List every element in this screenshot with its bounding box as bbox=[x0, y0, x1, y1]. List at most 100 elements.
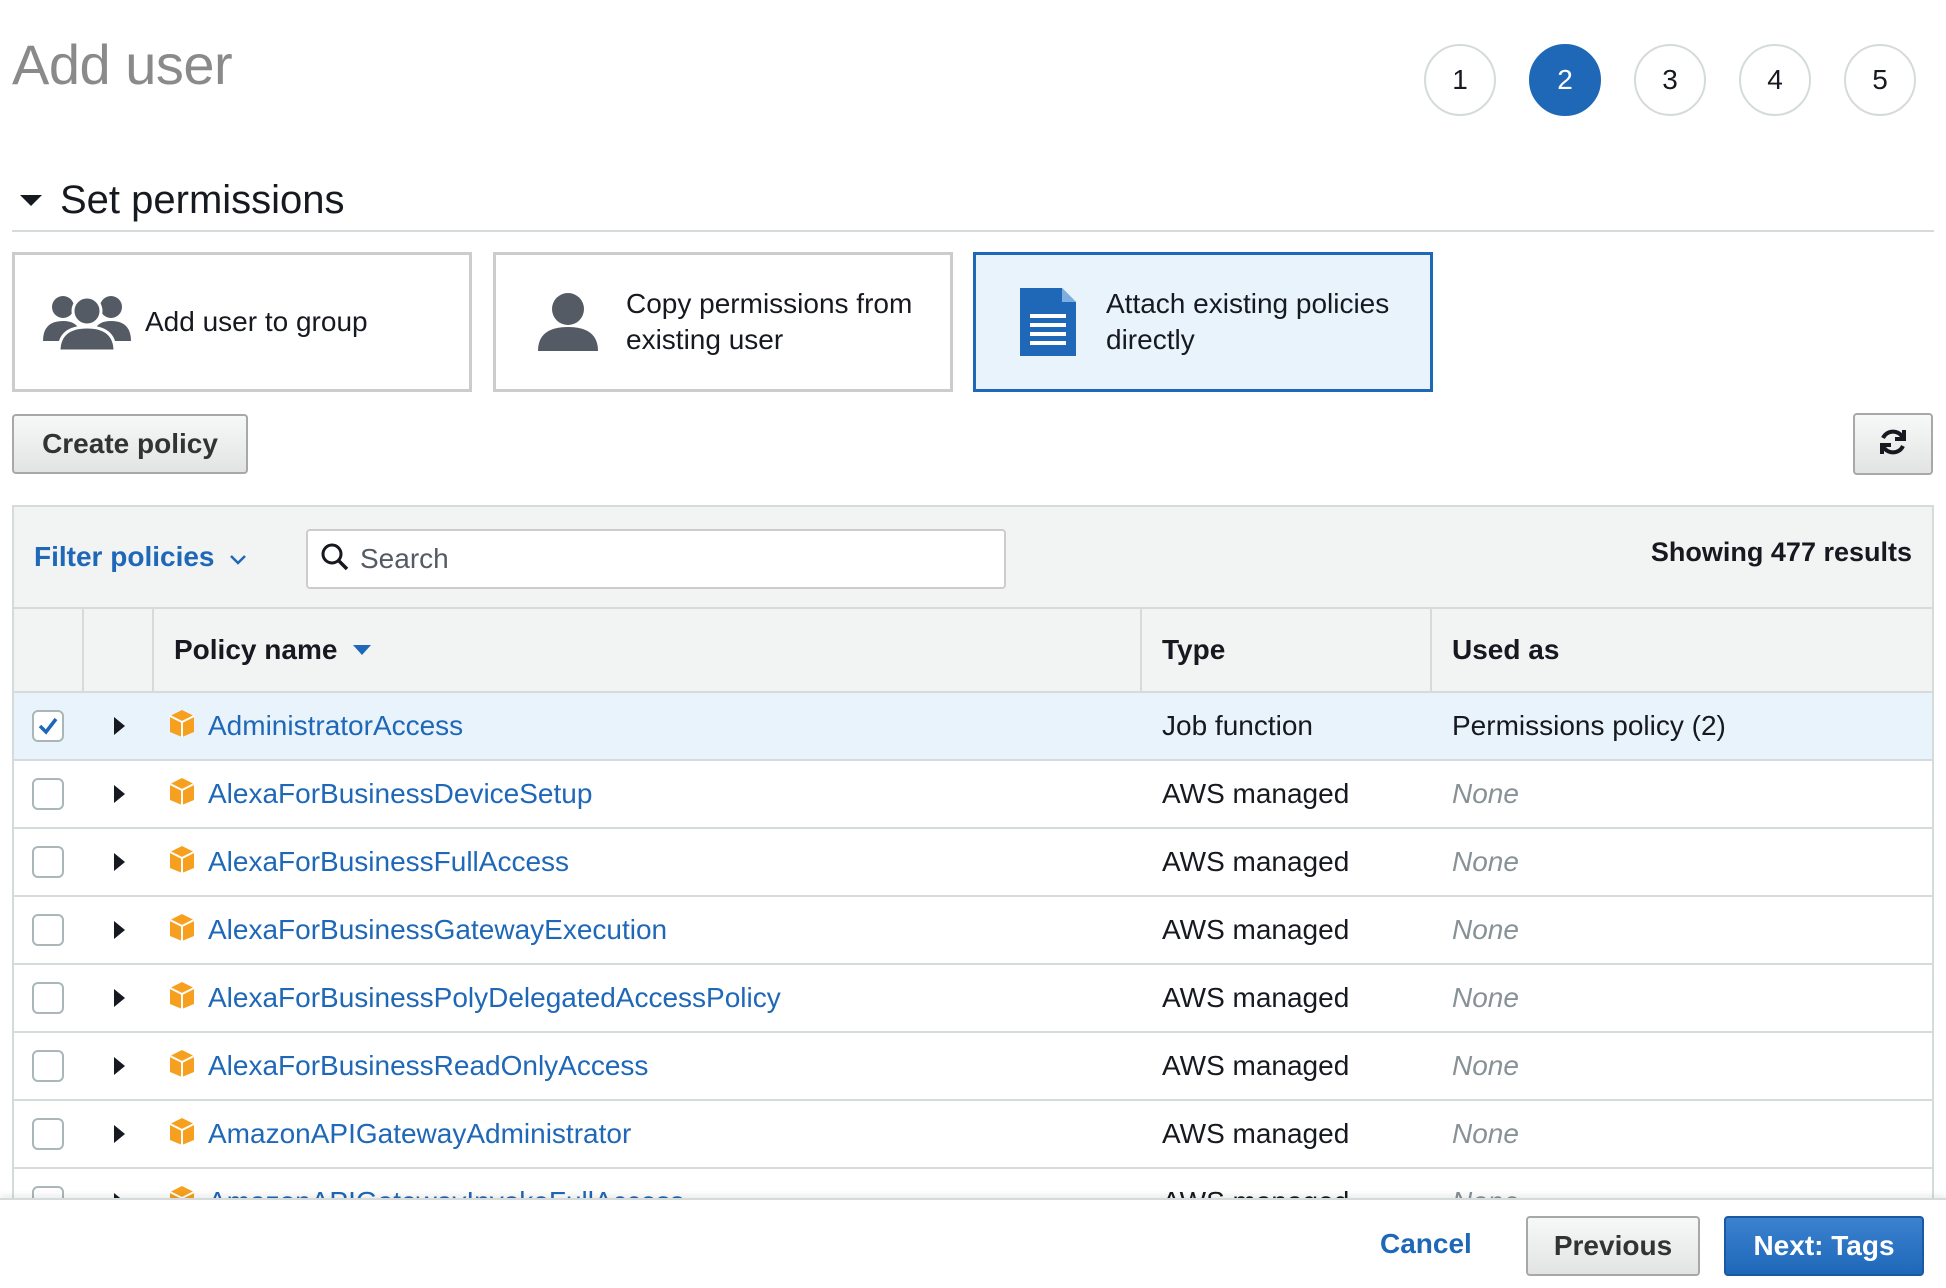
chevron-down-icon bbox=[229, 541, 247, 573]
step-4[interactable]: 4 bbox=[1739, 44, 1811, 116]
policy-name-header-label: Policy name bbox=[174, 634, 338, 665]
policy-name-cell: AlexaForBusinessFullAccess bbox=[154, 844, 1142, 881]
row-checkbox[interactable] bbox=[32, 982, 64, 1014]
expand-icon[interactable] bbox=[113, 1125, 125, 1143]
policy-name-link[interactable]: AlexaForBusinessGatewayExecution bbox=[208, 914, 667, 946]
policy-cube-icon bbox=[168, 980, 196, 1017]
row-checkbox[interactable] bbox=[32, 1118, 64, 1150]
expand-icon[interactable] bbox=[113, 921, 125, 939]
row-expand-cell bbox=[84, 1057, 154, 1075]
policy-cube-icon bbox=[168, 912, 196, 949]
header-expand-cell bbox=[84, 609, 154, 691]
row-checkbox[interactable] bbox=[32, 778, 64, 810]
row-expand-cell bbox=[84, 921, 154, 939]
search-box[interactable] bbox=[306, 529, 1006, 589]
policy-name-cell: AmazonAPIGatewayAdministrator bbox=[154, 1116, 1142, 1153]
page-title: Add user bbox=[12, 33, 233, 96]
copy-label-line2: existing user bbox=[626, 324, 784, 355]
refresh-button[interactable] bbox=[1853, 413, 1933, 475]
policy-used-as-cell: None bbox=[1452, 982, 1519, 1013]
column-header-policy-name[interactable]: Policy name bbox=[154, 609, 1142, 691]
table-row[interactable]: AlexaForBusinessPolyDelegatedAccessPolic… bbox=[14, 965, 1932, 1033]
attach-label-line2: directly bbox=[1106, 324, 1195, 355]
option-attach-existing-policies[interactable]: Attach existing policies directly bbox=[973, 252, 1433, 392]
step-3[interactable]: 3 bbox=[1634, 44, 1706, 116]
set-permissions-header[interactable]: Set permissions bbox=[12, 170, 1934, 232]
option-copy-permissions[interactable]: Copy permissions from existing user bbox=[493, 252, 953, 392]
row-expand-cell bbox=[84, 717, 154, 735]
row-checkbox[interactable] bbox=[32, 710, 64, 742]
policy-type-cell: AWS managed bbox=[1162, 1118, 1350, 1149]
option-copy-permissions-label: Copy permissions from existing user bbox=[626, 286, 912, 358]
section-title: Set permissions bbox=[60, 177, 345, 222]
row-checkbox[interactable] bbox=[32, 914, 64, 946]
policy-name-link[interactable]: AlexaForBusinessFullAccess bbox=[208, 846, 569, 878]
filter-policies-label: Filter policies bbox=[34, 541, 215, 572]
option-add-user-to-group[interactable]: Add user to group bbox=[12, 252, 472, 392]
policy-cube-icon bbox=[168, 844, 196, 881]
table-row[interactable]: AdministratorAccess Job function Permissio… bbox=[14, 693, 1932, 761]
policy-type-cell: Job function bbox=[1162, 710, 1313, 741]
results-count: Showing 477 results bbox=[1650, 537, 1912, 567]
table-row[interactable]: AlexaForBusinessFullAccess AWS managed Non… bbox=[14, 829, 1932, 897]
policy-name-link[interactable]: AlexaForBusinessReadOnlyAccess bbox=[208, 1050, 648, 1082]
row-checkbox[interactable] bbox=[32, 846, 64, 878]
table-row[interactable]: AmazonAPIGatewayAdministrator AWS managed… bbox=[14, 1101, 1932, 1169]
policy-name-link[interactable]: AlexaForBusinessPolyDelegatedAccessPolic… bbox=[208, 982, 781, 1014]
expand-icon[interactable] bbox=[113, 785, 125, 803]
row-expand-cell bbox=[84, 853, 154, 871]
step-2[interactable]: 2 bbox=[1529, 44, 1601, 116]
policy-used-as-cell: None bbox=[1452, 1118, 1519, 1149]
copy-label-line1: Copy permissions from bbox=[626, 288, 913, 319]
policy-name-cell: AlexaForBusinessReadOnlyAccess bbox=[154, 1048, 1142, 1085]
policy-used-as-cell: None bbox=[1452, 1050, 1519, 1081]
row-checkbox-cell bbox=[14, 982, 84, 1014]
wizard-footer: Cancel Previous Next: Tags bbox=[0, 1198, 1946, 1288]
next-tags-button[interactable]: Next: Tags bbox=[1724, 1216, 1924, 1276]
policy-name-link[interactable]: AmazonAPIGatewayAdministrator bbox=[208, 1118, 631, 1150]
wizard-steps: 1 2 3 4 5 bbox=[1424, 44, 1946, 116]
row-expand-cell bbox=[84, 785, 154, 803]
policy-used-as-cell: None bbox=[1452, 846, 1519, 877]
table-row[interactable]: AlexaForBusinessDeviceSetup AWS managed No… bbox=[14, 761, 1932, 829]
filter-bar: Filter policies Showing 477 results bbox=[14, 507, 1932, 609]
table-row[interactable]: AlexaForBusinessGatewayExecution AWS mana… bbox=[14, 897, 1932, 965]
policy-cube-icon bbox=[168, 776, 196, 813]
policy-cube-icon bbox=[168, 1116, 196, 1153]
step-1[interactable]: 1 bbox=[1424, 44, 1496, 116]
search-input[interactable] bbox=[360, 543, 960, 575]
expand-icon[interactable] bbox=[113, 1057, 125, 1075]
column-header-used-as[interactable]: Used as bbox=[1432, 609, 1932, 691]
row-checkbox[interactable] bbox=[32, 1050, 64, 1082]
users-group-icon bbox=[39, 282, 135, 362]
policy-name-cell: AdministratorAccess bbox=[154, 708, 1142, 745]
expand-icon[interactable] bbox=[113, 853, 125, 871]
header-checkbox-cell bbox=[14, 609, 84, 691]
filter-policies-dropdown[interactable]: Filter policies bbox=[34, 541, 247, 573]
user-icon bbox=[520, 282, 616, 362]
option-attach-policies-label: Attach existing policies directly bbox=[1106, 286, 1389, 358]
step-5[interactable]: 5 bbox=[1844, 44, 1916, 116]
policy-name-link[interactable]: AdministratorAccess bbox=[208, 710, 463, 742]
sort-desc-icon bbox=[353, 645, 372, 655]
row-expand-cell bbox=[84, 1125, 154, 1143]
policy-type-cell: AWS managed bbox=[1162, 1050, 1350, 1081]
create-policy-button[interactable]: Create policy bbox=[12, 414, 248, 474]
expand-icon[interactable] bbox=[113, 989, 125, 1007]
column-header-type[interactable]: Type bbox=[1142, 609, 1432, 691]
policy-used-as-cell: None bbox=[1452, 778, 1519, 809]
table-row[interactable]: AlexaForBusinessReadOnlyAccess AWS manage… bbox=[14, 1033, 1932, 1101]
policy-name-cell: AlexaForBusinessDeviceSetup bbox=[154, 776, 1142, 813]
policy-type-cell: AWS managed bbox=[1162, 846, 1350, 877]
row-checkbox-cell bbox=[14, 914, 84, 946]
previous-button[interactable]: Previous bbox=[1526, 1216, 1700, 1276]
expand-icon[interactable] bbox=[113, 717, 125, 735]
row-checkbox-cell bbox=[14, 1050, 84, 1082]
policy-name-link[interactable]: AlexaForBusinessDeviceSetup bbox=[208, 778, 592, 810]
cancel-button[interactable]: Cancel bbox=[1380, 1228, 1472, 1260]
policy-used-as-cell: Permissions policy (2) bbox=[1452, 710, 1726, 741]
policy-used-as-cell: None bbox=[1452, 914, 1519, 945]
table-row[interactable]: AmazonAPIGatewayInvokeFullAccessAWS mana… bbox=[14, 1169, 1932, 1200]
policy-cube-icon bbox=[168, 708, 196, 745]
document-icon bbox=[1000, 282, 1096, 362]
